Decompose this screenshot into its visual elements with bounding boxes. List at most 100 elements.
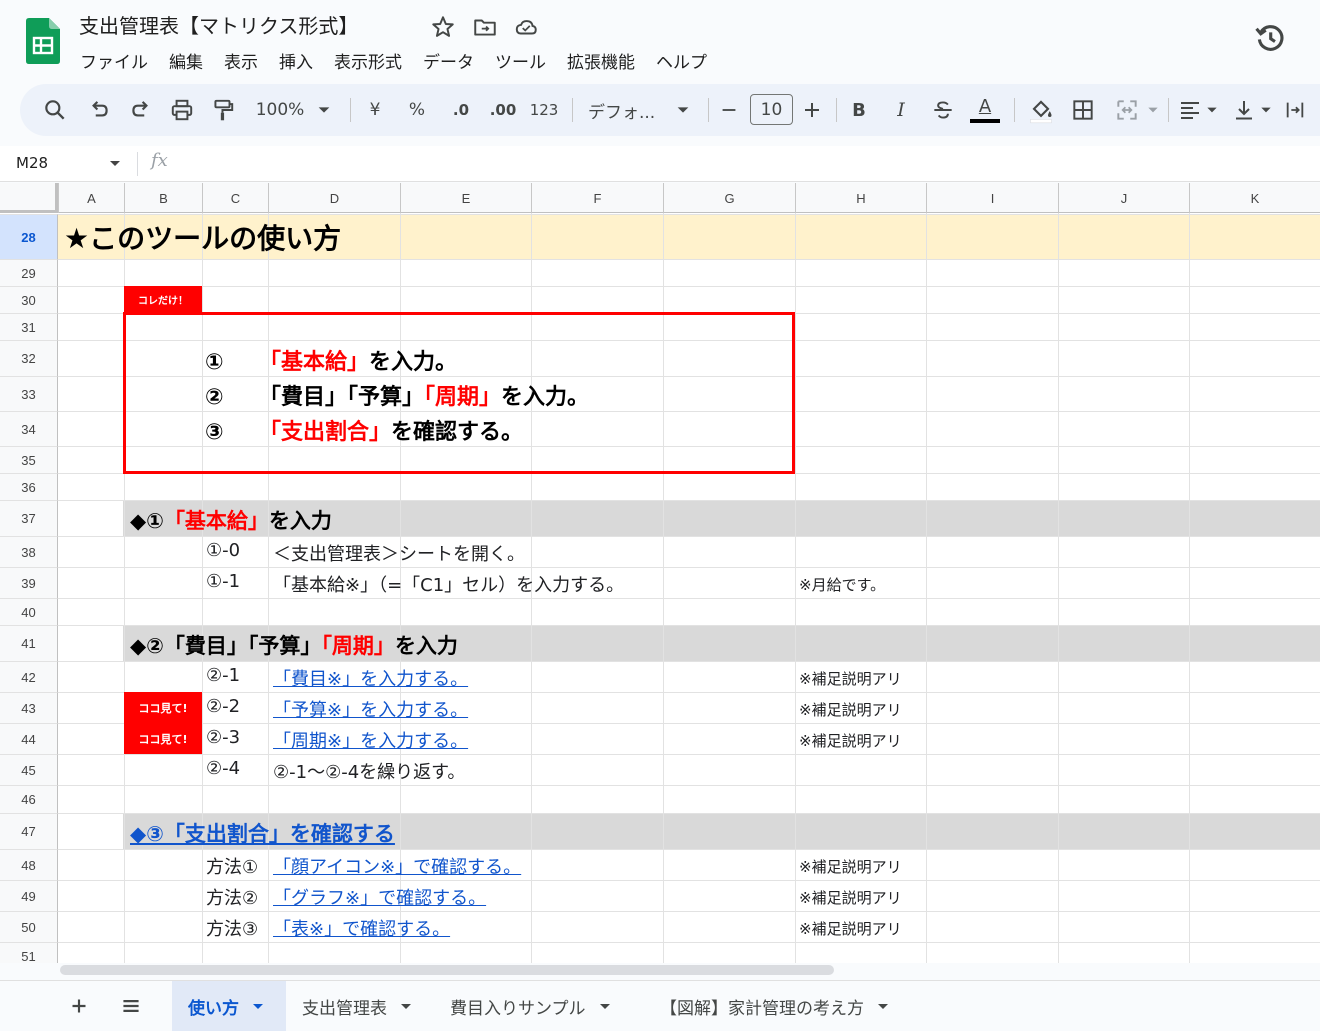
horizontal-scrollbar[interactable]: [60, 965, 834, 975]
chevron-down-icon[interactable]: [1146, 96, 1160, 124]
horizontal-align-icon[interactable]: [1178, 96, 1202, 124]
column-header-f[interactable]: F: [531, 183, 663, 213]
number-format-button[interactable]: 123: [530, 96, 559, 124]
row-header-51[interactable]: 51: [0, 942, 58, 963]
tab-zukai-kakei[interactable]: 【図解】家計管理の考え方: [644, 981, 924, 1031]
borders-icon[interactable]: [1070, 96, 1096, 124]
font-size-input[interactable]: 10: [750, 94, 793, 125]
method-3-link[interactable]: 「表※」で確認する。: [273, 915, 450, 941]
column-header-a[interactable]: A: [58, 183, 124, 213]
menu-data[interactable]: データ: [423, 48, 474, 73]
menu-insert[interactable]: 挿入: [279, 48, 313, 73]
row-header-42[interactable]: 42: [0, 661, 58, 692]
italic-button[interactable]: I: [890, 96, 912, 124]
row-header-41[interactable]: 41: [0, 625, 58, 661]
chevron-down-icon[interactable]: [675, 96, 691, 124]
row-header-31[interactable]: 31: [0, 313, 58, 340]
section-3-link[interactable]: ◆③「支出割合」を確認する: [130, 818, 395, 848]
chevron-down-icon[interactable]: [1259, 96, 1273, 124]
merge-cells-icon[interactable]: [1114, 96, 1140, 124]
formula-input[interactable]: [190, 146, 1310, 181]
select-all-corner[interactable]: [0, 183, 58, 213]
method-1-link[interactable]: 「顔アイコン※」で確認する。: [273, 853, 521, 879]
row-header-34[interactable]: 34: [0, 411, 58, 446]
column-header-j[interactable]: J: [1058, 183, 1189, 213]
row-header-36[interactable]: 36: [0, 473, 58, 500]
column-header-h[interactable]: H: [795, 183, 926, 213]
menu-file[interactable]: ファイル: [80, 48, 148, 73]
row-header-49[interactable]: 49: [0, 880, 58, 911]
method-2-link[interactable]: 「グラフ※」で確認する。: [273, 884, 486, 910]
row-header-47[interactable]: 47: [0, 813, 58, 849]
tab-himoku-sample[interactable]: 費目入りサンプル: [434, 981, 644, 1031]
row-header-45[interactable]: 45: [0, 754, 58, 785]
menu-help[interactable]: ヘルプ: [656, 48, 707, 73]
menu-edit[interactable]: 編集: [169, 48, 203, 73]
row-header-38[interactable]: 38: [0, 536, 58, 567]
column-header-b[interactable]: B: [124, 183, 202, 213]
row-header-40[interactable]: 40: [0, 598, 58, 625]
zoom-select[interactable]: 100%: [252, 96, 308, 124]
add-sheet-icon[interactable]: [66, 981, 92, 1031]
menu-view[interactable]: 表示: [224, 48, 258, 73]
strikethrough-icon[interactable]: [930, 96, 956, 124]
row-header-44[interactable]: 44: [0, 723, 58, 754]
row-header-32[interactable]: 32: [0, 340, 58, 376]
row-header-33[interactable]: 33: [0, 376, 58, 411]
chevron-down-icon[interactable]: [316, 96, 332, 124]
move-folder-icon[interactable]: [472, 14, 498, 40]
row-header-30[interactable]: 30: [0, 286, 58, 313]
search-menus-icon[interactable]: [42, 96, 68, 124]
vertical-align-icon[interactable]: [1232, 96, 1256, 124]
row-header-50[interactable]: 50: [0, 911, 58, 942]
chevron-down-icon[interactable]: [599, 1003, 610, 1009]
print-icon[interactable]: [169, 96, 195, 124]
row-header-43[interactable]: 43: [0, 692, 58, 723]
column-header-e[interactable]: E: [400, 183, 531, 213]
menu-extensions[interactable]: 拡張機能: [567, 48, 635, 73]
text-wrapping-icon[interactable]: [1284, 96, 1306, 124]
percent-format-button[interactable]: %: [406, 96, 428, 124]
row-header-39[interactable]: 39: [0, 567, 58, 598]
star-icon[interactable]: [430, 14, 456, 40]
row-header-46[interactable]: 46: [0, 785, 58, 813]
column-header-c[interactable]: C: [202, 183, 268, 213]
document-title[interactable]: 支出管理表【マトリクス形式】: [79, 10, 358, 39]
chevron-down-icon[interactable]: [1205, 96, 1219, 124]
spreadsheet-grid[interactable]: A B C D E F G H I J K 28 29 30 31 32 33 …: [0, 183, 1320, 963]
increase-font-size-icon[interactable]: [800, 96, 824, 124]
column-header-i[interactable]: I: [926, 183, 1058, 213]
redo-icon[interactable]: [128, 96, 154, 124]
chevron-down-icon[interactable]: [878, 1003, 888, 1009]
column-header-g[interactable]: G: [663, 183, 795, 213]
row-header-48[interactable]: 48: [0, 849, 58, 880]
font-family-select[interactable]: デフォ...: [588, 96, 660, 124]
row-header-29[interactable]: 29: [0, 259, 58, 286]
chevron-down-icon[interactable]: [110, 161, 120, 166]
row-header-37[interactable]: 37: [0, 500, 58, 536]
decrease-decimal-button[interactable]: .0: [446, 96, 476, 124]
step-2-2-link[interactable]: 「予算※」を入力する。: [273, 696, 468, 722]
menu-tools[interactable]: ツール: [495, 48, 546, 73]
increase-decimal-button[interactable]: .00: [486, 96, 520, 124]
chevron-down-icon[interactable]: [401, 1003, 411, 1009]
version-history-icon[interactable]: [1253, 21, 1287, 55]
decrease-font-size-icon[interactable]: [718, 96, 740, 124]
text-color-button[interactable]: A: [970, 96, 1000, 124]
paint-format-icon[interactable]: [210, 96, 236, 124]
tab-tsukaikata[interactable]: 使い方: [172, 981, 286, 1031]
column-header-d[interactable]: D: [268, 183, 400, 213]
step-2-1-link[interactable]: 「費目※」を入力する。: [273, 665, 468, 691]
undo-icon[interactable]: [86, 96, 112, 124]
chevron-down-icon[interactable]: [253, 1003, 263, 1009]
row-header-28[interactable]: 28: [0, 214, 58, 259]
bold-button[interactable]: B: [848, 96, 870, 124]
cloud-status-icon[interactable]: [513, 14, 539, 40]
fill-color-icon[interactable]: [1026, 96, 1056, 124]
sheets-logo-icon[interactable]: [26, 18, 60, 64]
all-sheets-menu-icon[interactable]: [118, 981, 144, 1031]
menu-format[interactable]: 表示形式: [334, 48, 402, 73]
name-box[interactable]: M28: [16, 154, 48, 172]
tab-shishutsu-kanrihyo[interactable]: 支出管理表: [286, 981, 434, 1031]
row-header-35[interactable]: 35: [0, 446, 58, 473]
